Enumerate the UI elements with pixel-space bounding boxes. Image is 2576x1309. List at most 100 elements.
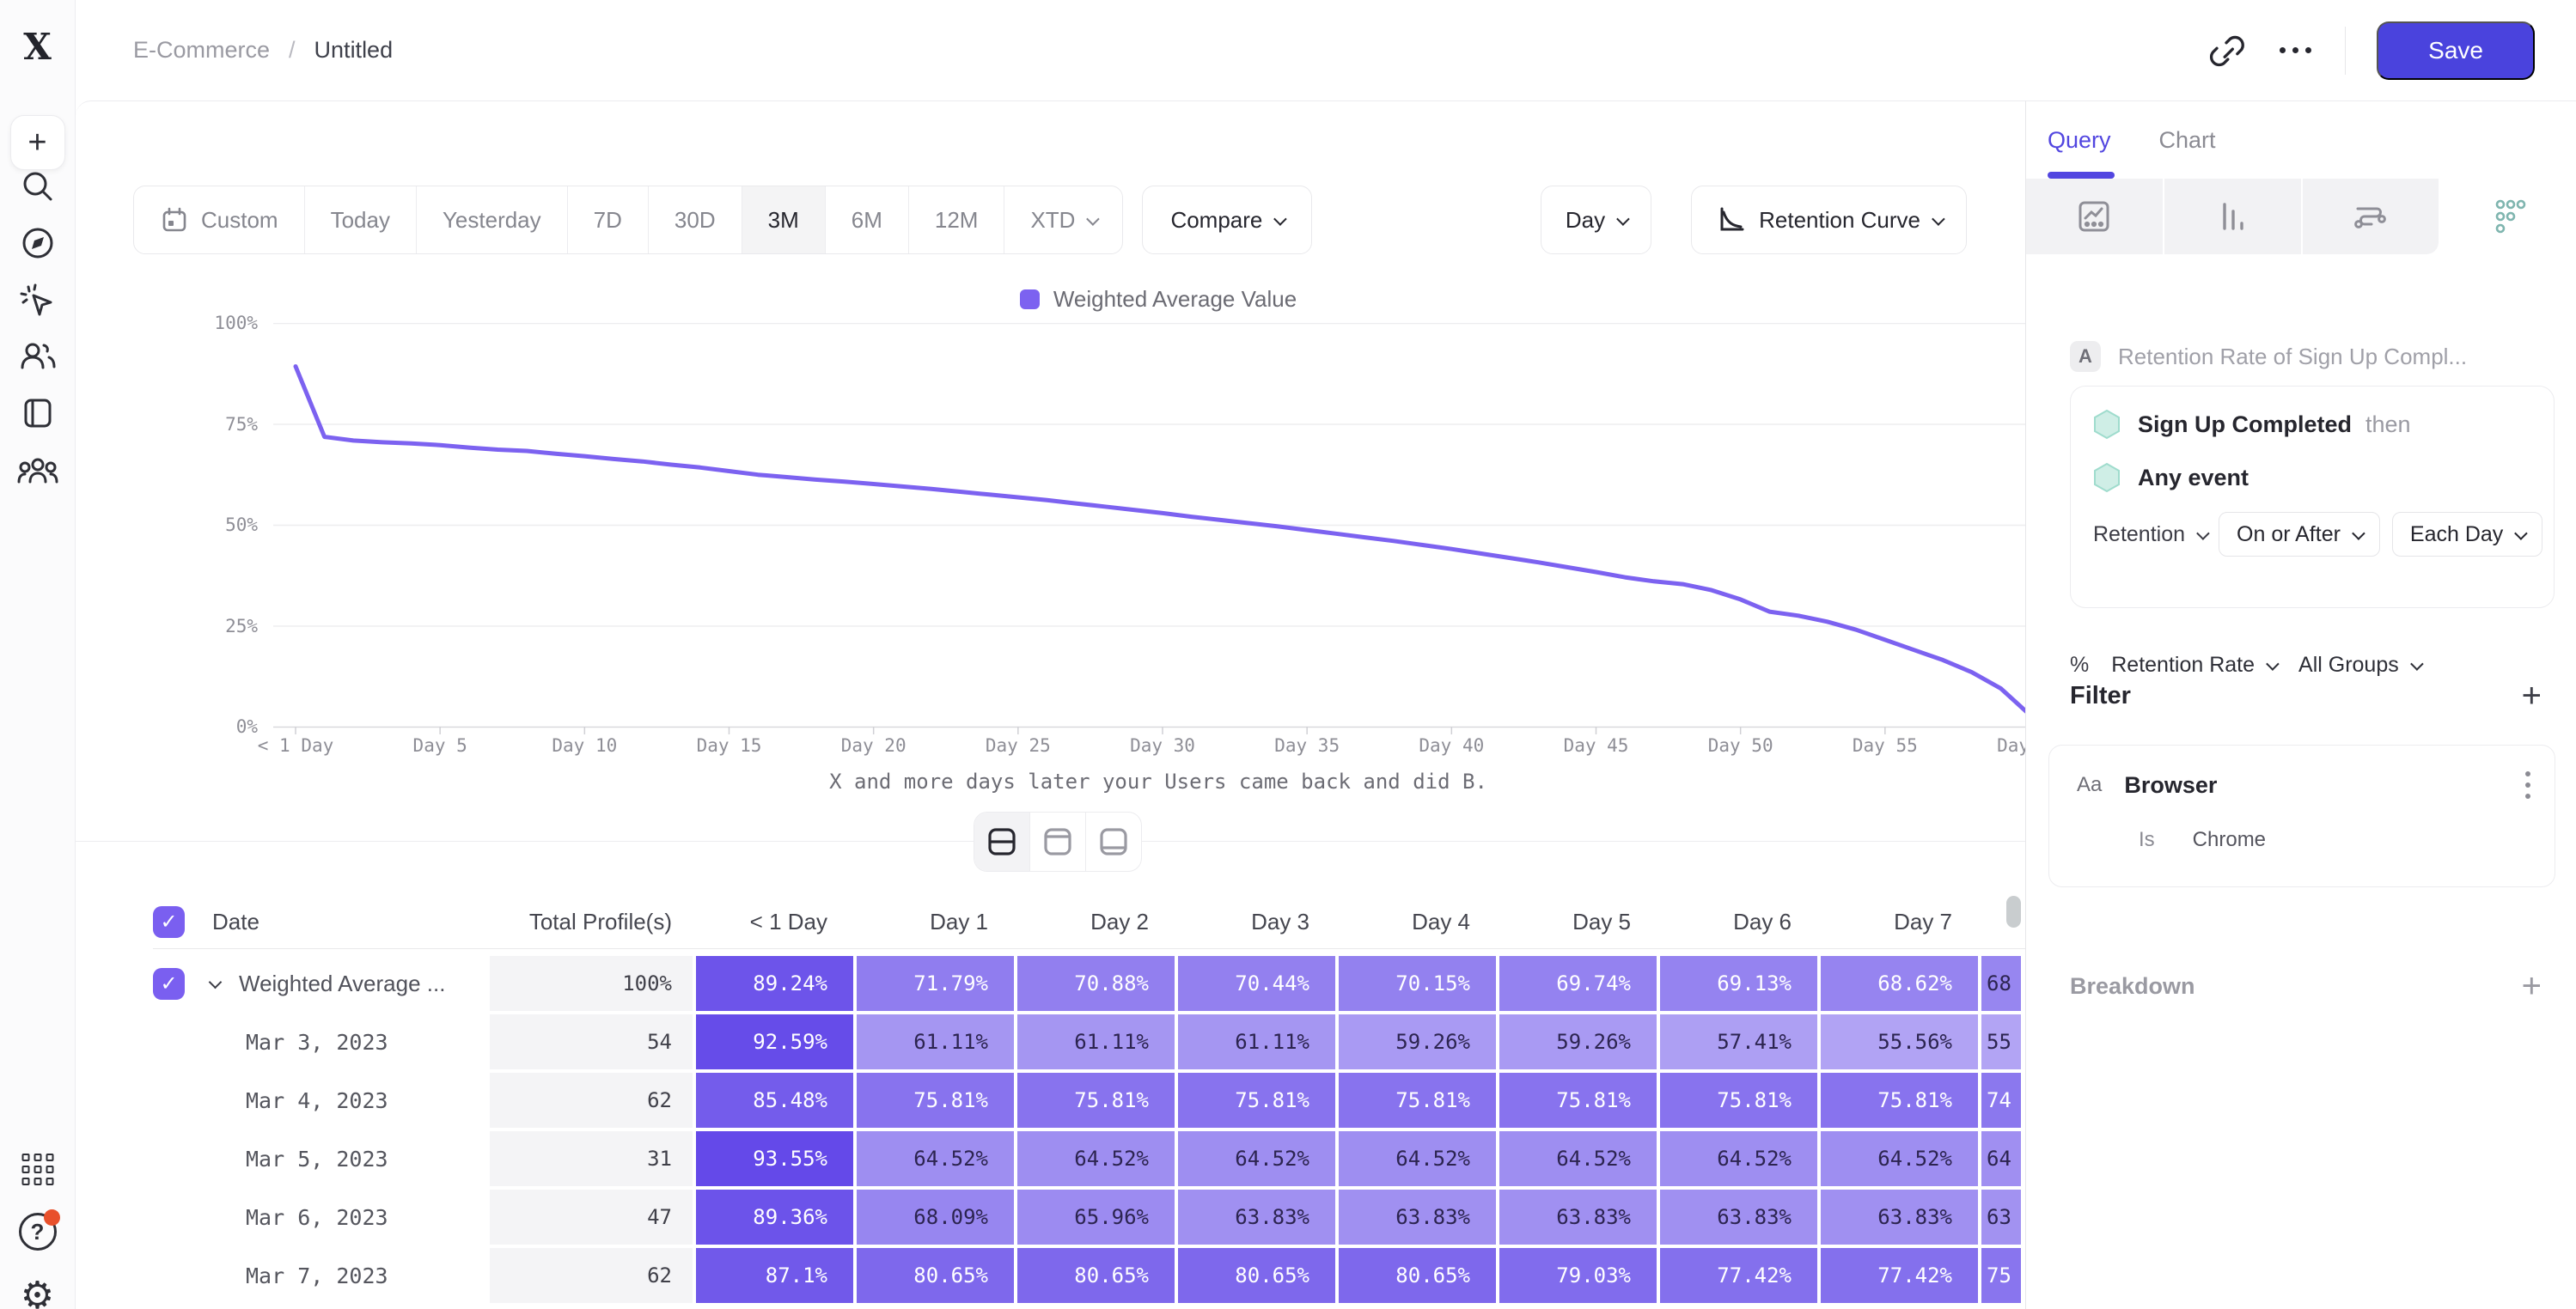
- retention-cell[interactable]: 63.83%: [1339, 1190, 1496, 1245]
- range-7d[interactable]: 7D: [568, 186, 649, 253]
- retention-cell[interactable]: 64.52%: [1660, 1131, 1817, 1186]
- range-custom[interactable]: Custom: [134, 186, 305, 253]
- bottom-view-button[interactable]: [1086, 813, 1141, 871]
- retention-cell[interactable]: 75.81%: [857, 1073, 1014, 1128]
- retention-cell[interactable]: 55.56%: [1821, 1014, 1978, 1069]
- expand-chevron-icon[interactable]: [209, 975, 223, 989]
- query-step-2[interactable]: Any event: [2093, 462, 2554, 493]
- retention-cell[interactable]: 79.03%: [1499, 1248, 1657, 1303]
- retention-curve-chart[interactable]: [273, 323, 2025, 737]
- query-title[interactable]: Retention Rate of Sign Up Compl...: [2118, 344, 2467, 370]
- granularity-dropdown[interactable]: Day: [1541, 186, 1651, 254]
- share-link-icon[interactable]: [2207, 32, 2245, 70]
- retention-cell-clipped[interactable]: 68: [1981, 956, 2021, 1011]
- retention-cell[interactable]: 63.83%: [1821, 1190, 1978, 1245]
- range-30d[interactable]: 30D: [649, 186, 742, 253]
- retention-cell[interactable]: 59.26%: [1499, 1014, 1657, 1069]
- filter-operator[interactable]: Is: [2139, 828, 2155, 852]
- app-logo[interactable]: X: [23, 26, 52, 68]
- retention-cell[interactable]: 75.81%: [1499, 1073, 1657, 1128]
- range-xtd[interactable]: XTD: [1004, 186, 1122, 253]
- search-icon[interactable]: [19, 167, 57, 205]
- retention-cell[interactable]: 70.15%: [1339, 956, 1496, 1011]
- retention-cell[interactable]: 80.65%: [1017, 1248, 1175, 1303]
- tab-chart[interactable]: Chart: [2159, 101, 2216, 179]
- query-step-1[interactable]: Sign Up Completed then: [2093, 409, 2554, 440]
- kebab-menu-icon[interactable]: [2525, 771, 2530, 799]
- retention-cell[interactable]: 65.96%: [1017, 1190, 1175, 1245]
- retention-cell[interactable]: 89.36%: [696, 1190, 853, 1245]
- retention-cell[interactable]: 92.59%: [696, 1014, 853, 1069]
- compass-icon[interactable]: [19, 224, 57, 262]
- notebook-icon[interactable]: [19, 394, 57, 432]
- retention-cell[interactable]: 63.83%: [1499, 1190, 1657, 1245]
- retention-cell[interactable]: 70.88%: [1017, 956, 1175, 1011]
- create-new-button[interactable]: +: [10, 115, 65, 170]
- range-yesterday[interactable]: Yesterday: [417, 186, 568, 253]
- flows-icon[interactable]: [2303, 179, 2439, 254]
- row-checkbox[interactable]: ✓: [153, 968, 185, 1000]
- retention-cell[interactable]: 93.55%: [696, 1131, 853, 1186]
- groups-dropdown[interactable]: All Groups: [2298, 653, 2420, 678]
- retention-cell[interactable]: 68.09%: [857, 1190, 1014, 1245]
- table-row[interactable]: Mar 4, 20236285.48%75.81%75.81%75.81%75.…: [153, 1073, 2025, 1128]
- filter-card[interactable]: Aa Browser Is Chrome: [2048, 745, 2555, 887]
- retention-cell[interactable]: 64.52%: [1499, 1131, 1657, 1186]
- retention-cell-clipped[interactable]: 74: [1981, 1073, 2021, 1128]
- cursor-click-icon[interactable]: [18, 282, 58, 321]
- add-breakdown-icon[interactable]: +: [2522, 969, 2542, 1003]
- table-row[interactable]: ✓Weighted Average ...100%89.24%71.79%70.…: [153, 956, 2025, 1011]
- retention-cell-clipped[interactable]: 75: [1981, 1248, 2021, 1303]
- chart-legend[interactable]: Weighted Average Value: [273, 286, 2025, 313]
- retention-cell[interactable]: 85.48%: [696, 1073, 853, 1128]
- each-day-dropdown[interactable]: Each Day: [2392, 512, 2542, 557]
- retention-cell[interactable]: 69.74%: [1499, 956, 1657, 1011]
- retention-cell[interactable]: 69.13%: [1660, 956, 1817, 1011]
- save-button[interactable]: Save: [2377, 21, 2535, 80]
- help-icon[interactable]: ?: [19, 1213, 57, 1251]
- table-row[interactable]: Mar 3, 20235492.59%61.11%61.11%61.11%59.…: [153, 1014, 2025, 1069]
- retention-cell[interactable]: 71.79%: [857, 956, 1014, 1011]
- apps-grid-icon[interactable]: [21, 1154, 53, 1185]
- retention-cell[interactable]: 59.26%: [1339, 1014, 1496, 1069]
- range-today[interactable]: Today: [305, 186, 417, 253]
- table-row[interactable]: Mar 7, 20236287.1%80.65%80.65%80.65%80.6…: [153, 1248, 2025, 1303]
- retention-cell[interactable]: 64.52%: [1017, 1131, 1175, 1186]
- retention-grid-icon[interactable]: [2439, 179, 2576, 254]
- retention-cell-clipped[interactable]: 64: [1981, 1131, 2021, 1186]
- top-view-button[interactable]: [1030, 813, 1086, 871]
- operator-dropdown[interactable]: On or After: [2219, 512, 2380, 557]
- split-view-button[interactable]: [974, 813, 1030, 871]
- retention-cell[interactable]: 75.81%: [1339, 1073, 1496, 1128]
- breadcrumb-parent[interactable]: E-Commerce: [133, 37, 270, 64]
- retention-cell[interactable]: 61.11%: [1017, 1014, 1175, 1069]
- retention-cell[interactable]: 61.11%: [1178, 1014, 1335, 1069]
- filter-property[interactable]: Browser: [2124, 772, 2525, 799]
- vertical-scrollbar[interactable]: [2006, 896, 2021, 928]
- retention-cell[interactable]: 89.24%: [696, 956, 853, 1011]
- retention-cell[interactable]: 80.65%: [1178, 1248, 1335, 1303]
- retention-mode-dropdown[interactable]: Retention: [2093, 522, 2207, 547]
- table-row[interactable]: Mar 6, 20234789.36%68.09%65.96%63.83%63.…: [153, 1190, 2025, 1245]
- range-6m[interactable]: 6M: [826, 186, 909, 253]
- retention-cell[interactable]: 64.52%: [1178, 1131, 1335, 1186]
- retention-cell-clipped[interactable]: 55: [1981, 1014, 2021, 1069]
- bar-chart-icon[interactable]: [2164, 179, 2303, 254]
- add-filter-icon[interactable]: +: [2522, 679, 2542, 713]
- retention-cell[interactable]: 77.42%: [1660, 1248, 1817, 1303]
- filter-value[interactable]: Chrome: [2193, 828, 2266, 852]
- retention-cell[interactable]: 64.52%: [1821, 1131, 1978, 1186]
- compare-button[interactable]: Compare: [1142, 186, 1312, 254]
- insights-chart-icon[interactable]: [2026, 179, 2164, 254]
- retention-cell[interactable]: 75.81%: [1017, 1073, 1175, 1128]
- gear-icon[interactable]: ⚙: [21, 1277, 54, 1309]
- retention-cell[interactable]: 57.41%: [1660, 1014, 1817, 1069]
- users-icon[interactable]: [18, 337, 58, 376]
- retention-cell[interactable]: 87.1%: [696, 1248, 853, 1303]
- table-row[interactable]: Mar 5, 20233193.55%64.52%64.52%64.52%64.…: [153, 1131, 2025, 1186]
- measure-dropdown[interactable]: Retention Rate: [2111, 653, 2276, 678]
- range-3m[interactable]: 3M: [742, 186, 826, 253]
- cohort-icon[interactable]: [17, 453, 58, 492]
- retention-cell[interactable]: 64.52%: [857, 1131, 1014, 1186]
- retention-cell[interactable]: 75.81%: [1660, 1073, 1817, 1128]
